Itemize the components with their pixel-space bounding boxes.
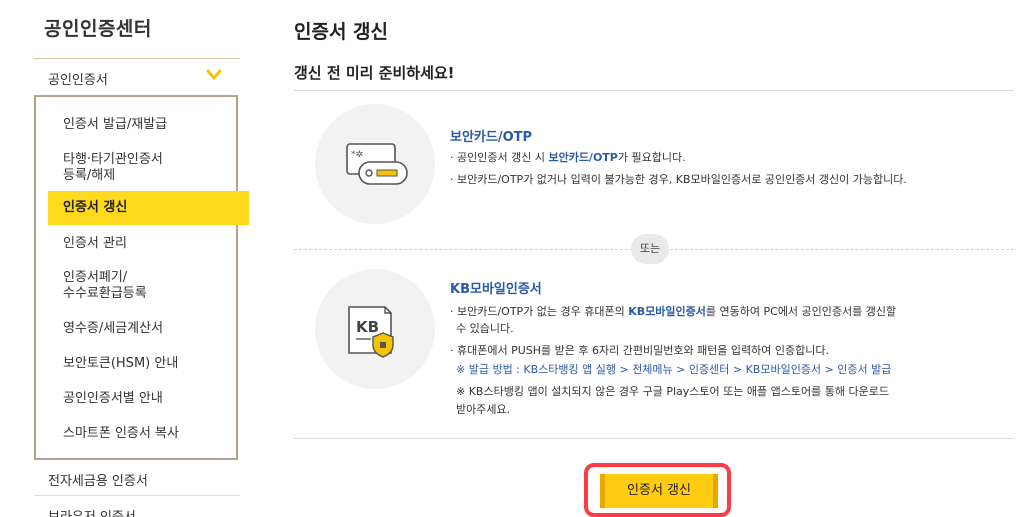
sidebar-submenu: 인증서 발급/재발급 타행·타기관인증서 등록/해제 인증서 갱신 인증서 관리 … <box>34 95 249 460</box>
sidebar-divider <box>34 495 240 496</box>
issue-method-note: ※ 발급 방법 : KB스타뱅킹 앱 실행 > 전체메뉴 > 인증센터 > KB… <box>456 363 892 376</box>
sidebar-title: 공인인증센터 <box>44 18 152 40</box>
section-divider <box>294 90 1014 91</box>
option-security-card-desc-2: · 보안카드/OTP가 없거나 입력이 불가능한 경우, KB모바일인증서로 공… <box>450 173 907 186</box>
option-kb-mobile-title: KB모바일인증서 <box>450 282 542 297</box>
option-kb-mobile-desc-1: · 보안카드/OTP가 없는 경우 휴대폰의 KB모바일인증서를 연동하여 PC… <box>450 305 897 318</box>
option-security-card-title: 보안카드/OTP <box>450 130 533 145</box>
sidebar-category-certificates[interactable]: 공인인증서 <box>34 59 240 95</box>
sidebar-item-browser-cert[interactable]: 브라우저 인증서 <box>48 506 136 517</box>
renew-certificate-button[interactable]: 인증서 갱신 <box>600 474 718 508</box>
option-security-card-desc-1: · 공인인증서 갱신 시 보안카드/OTP가 필요합니다. <box>450 151 686 164</box>
security-card-illustration: *✲ <box>315 104 435 224</box>
sidebar-item-register-other[interactable]: 타행·타기관인증서 등록/해제 <box>36 152 236 184</box>
option-kb-mobile-desc-1-cont: 수 있습니다. <box>456 322 514 335</box>
install-note-cont: 받아주세요. <box>456 403 511 416</box>
install-note: ※ KB스타뱅킹 앱이 설치되지 않은 경우 구글 Play스토어 또는 애플 … <box>456 385 889 398</box>
section-divider <box>294 438 1014 439</box>
kb-mobile-illustration: KB <box>315 269 435 389</box>
sidebar-item-tax-cert[interactable]: 전자세금용 인증서 <box>48 470 148 489</box>
svg-text:*✲: *✲ <box>351 150 363 160</box>
sidebar-item-renew[interactable]: 인증서 갱신 <box>48 191 249 225</box>
sidebar-item-issue[interactable]: 인증서 발급/재발급 <box>36 117 236 133</box>
sidebar-item-manage[interactable]: 인증서 관리 <box>36 236 236 252</box>
page-title: 인증서 갱신 <box>294 21 389 43</box>
section-title: 갱신 전 미리 준비하세요! <box>294 64 455 82</box>
sidebar-item-receipt[interactable]: 영수증/세금계산서 <box>36 321 236 337</box>
kb-mobile-cert-icon: KB <box>348 306 394 358</box>
option-kb-mobile-desc-2: · 휴대폰에서 PUSH를 받은 후 6자리 간편비밀번호와 패턴을 입력하여 … <box>450 344 829 357</box>
sidebar-item-smartphone-copy[interactable]: 스마트폰 인증서 복사 <box>36 426 236 442</box>
or-badge: 또는 <box>631 234 669 264</box>
sidebar-item-revoke[interactable]: 인증서폐기/수수료환급등록 <box>36 270 236 302</box>
sidebar-item-guide[interactable]: 공인인증서별 안내 <box>36 391 236 407</box>
security-card-icon: *✲ <box>346 143 408 185</box>
sidebar-category-label: 공인인증서 <box>48 73 108 88</box>
chevron-up-icon <box>206 69 222 81</box>
sidebar-item-hsm[interactable]: 보안토큰(HSM) 안내 <box>36 356 236 372</box>
kb-text: KB <box>356 318 379 336</box>
